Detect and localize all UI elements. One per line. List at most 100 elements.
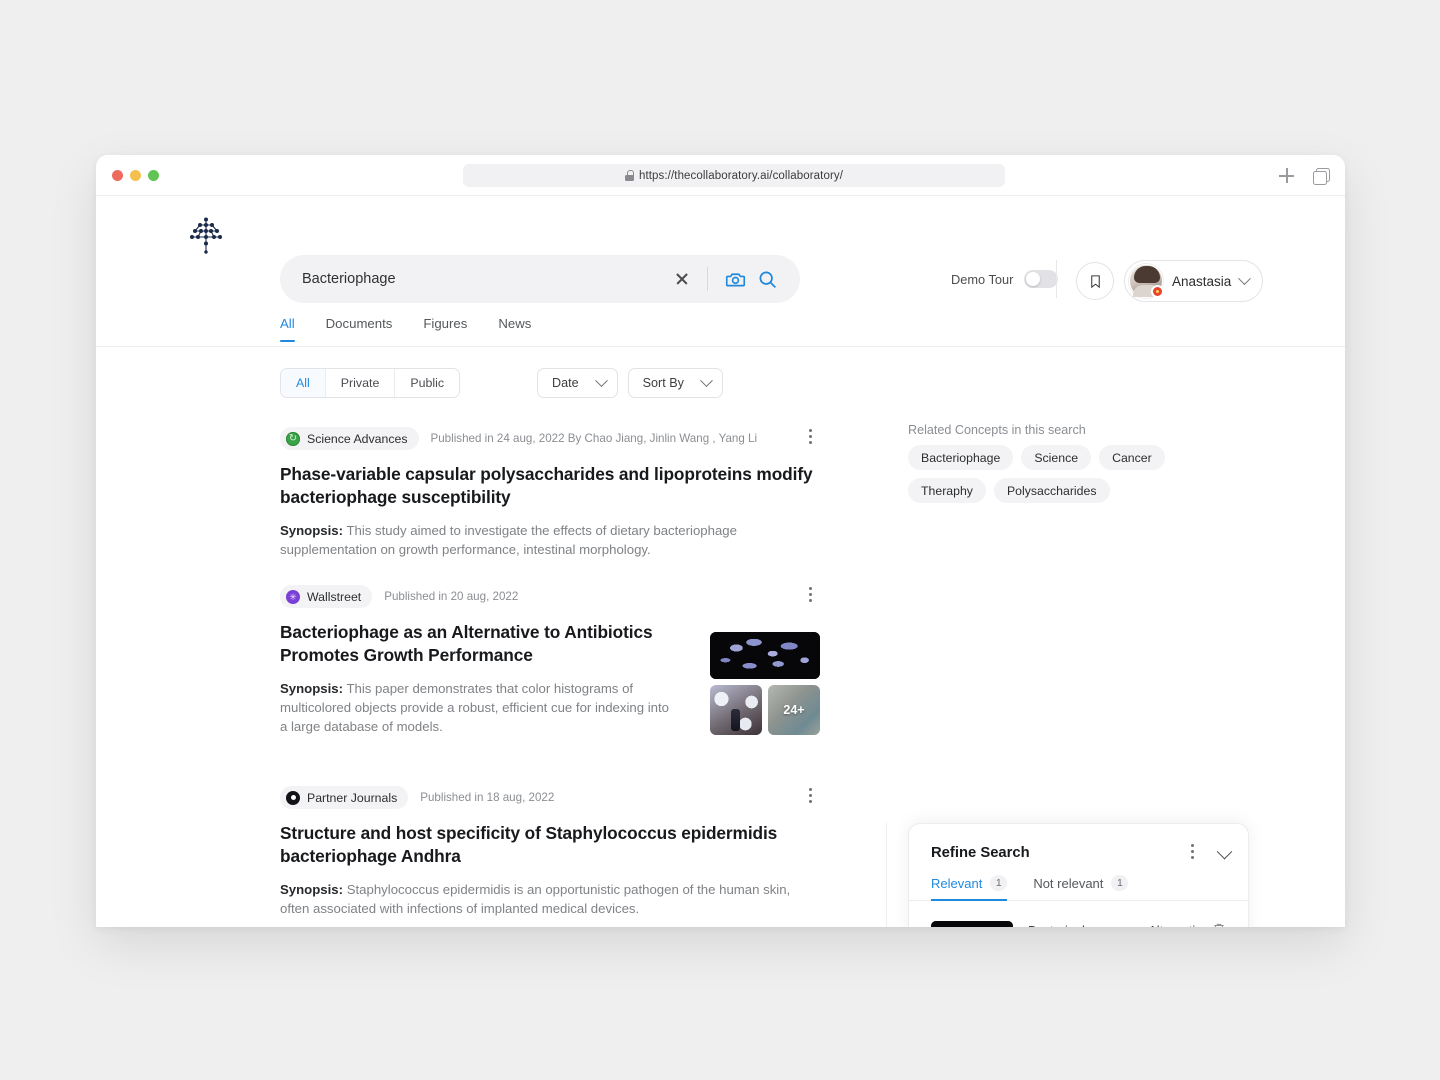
avatar — [1129, 264, 1164, 298]
new-tab-icon[interactable] — [1279, 168, 1294, 183]
panel-divider — [886, 823, 887, 927]
sortby-dropdown-label: Sort By — [642, 376, 684, 390]
result-synopsis: Synopsis: This paper demonstrates that c… — [280, 679, 672, 736]
tab-documents[interactable]: Documents — [326, 316, 393, 342]
wallstreet-icon — [286, 589, 300, 604]
synopsis-text: Staphylococcus epidermidis is an opportu… — [280, 882, 791, 916]
synopsis-text: This study aimed to investigate the effe… — [280, 523, 737, 557]
search-divider — [707, 267, 708, 291]
tab-not-relevant-label: Not relevant — [1033, 875, 1104, 891]
url-text: https://thecollaboratory.ai/collaborator… — [638, 169, 844, 182]
tab-not-relevant[interactable]: Not relevant 1 — [1033, 875, 1129, 900]
refine-item-thumbnail[interactable] — [931, 921, 1013, 927]
tab-not-relevant-count: 1 — [1111, 875, 1129, 891]
result-item[interactable]: Partner Journals Published in 18 aug, 20… — [280, 786, 820, 918]
result-meta: Science Advances Published in 24 aug, 20… — [280, 427, 820, 450]
refine-search-panel: Refine Search Relevant 1 Not relevant 1 — [908, 823, 1249, 927]
search-input[interactable] — [280, 271, 667, 287]
tab-overview-icon[interactable] — [1313, 167, 1330, 185]
published-info: Published in 18 aug, 2022 — [420, 791, 555, 804]
tab-figures[interactable]: Figures — [423, 316, 467, 342]
result-menu-icon[interactable] — [800, 788, 820, 808]
source-name: Science Advances — [307, 431, 408, 446]
thumbnail-more-count: 24+ — [783, 703, 805, 717]
demo-tour-toggle[interactable] — [1024, 270, 1059, 288]
app-header: Demo Tour Anastasia — [96, 196, 1345, 347]
result-synopsis: Synopsis: This study aimed to investigat… — [280, 521, 820, 559]
filter-public[interactable]: Public — [395, 369, 460, 397]
demo-tour-label: Demo Tour — [951, 271, 1014, 287]
result-title[interactable]: Bacteriophage as an Alternative to Antib… — [280, 621, 672, 667]
related-concepts-title: Related Concepts in this search — [908, 423, 1086, 437]
filter-all[interactable]: All — [281, 369, 326, 397]
clear-search-icon[interactable] — [667, 264, 697, 294]
concept-chip[interactable]: Cancer — [1099, 445, 1165, 470]
maximize-window-button[interactable] — [148, 169, 159, 181]
user-name: Anastasia — [1172, 273, 1232, 289]
result-item[interactable]: Science Advances Published in 24 aug, 20… — [280, 427, 820, 559]
synopsis-label: Synopsis: — [280, 523, 344, 538]
source-badge[interactable]: Science Advances — [280, 427, 419, 450]
published-info: Published in 24 aug, 2022 By Chao Jiang,… — [430, 432, 758, 445]
demo-tour-control[interactable]: Demo Tour — [951, 270, 1059, 288]
visibility-filter: All Private Public — [280, 368, 461, 398]
address-bar[interactable]: https://thecollaboratory.ai/collaborator… — [463, 164, 1005, 187]
content-area: All Private Public Date Sort By ↻ Scienc… — [96, 347, 1345, 927]
main-tabs: All Documents Figures News — [280, 316, 531, 342]
search-icon[interactable] — [754, 266, 780, 292]
close-window-button[interactable] — [112, 169, 123, 181]
results-list: Science Advances Published in 24 aug, 20… — [280, 427, 820, 927]
window-traffic-lights — [112, 169, 159, 181]
sort-controls: Date Sort By — [537, 368, 723, 398]
synopsis-label: Synopsis: — [280, 681, 344, 696]
result-menu-icon[interactable] — [800, 587, 820, 607]
notification-badge — [1151, 285, 1164, 298]
browser-chrome: https://thecollaboratory.ai/collaborator… — [96, 155, 1345, 196]
result-meta: Wallstreet Published in 20 aug, 2022 — [280, 585, 820, 608]
result-meta: Partner Journals Published in 18 aug, 20… — [280, 786, 820, 809]
chevron-down-icon — [700, 373, 713, 387]
result-title[interactable]: Phase-variable capsular polysaccharides … — [280, 463, 820, 509]
minimize-window-button[interactable] — [130, 169, 141, 181]
search-bar[interactable] — [280, 255, 800, 303]
published-info: Published in 20 aug, 2022 — [384, 590, 519, 603]
concept-chip[interactable]: Polysaccharides — [993, 478, 1110, 503]
science-advances-icon — [286, 431, 300, 446]
user-menu[interactable]: Anastasia — [1124, 260, 1264, 302]
sortby-dropdown[interactable]: Sort By — [627, 368, 723, 398]
browser-chrome-actions — [1279, 155, 1330, 196]
thumbnail-phage[interactable] — [710, 632, 820, 679]
concept-chip[interactable]: Bacteriophage — [908, 445, 1014, 470]
source-badge[interactable]: Partner Journals — [280, 786, 409, 809]
concept-chip[interactable]: Science — [1021, 445, 1092, 470]
source-name: Wallstreet — [307, 589, 362, 604]
date-dropdown[interactable]: Date — [537, 368, 618, 398]
collaboratory-logo[interactable] — [188, 216, 224, 256]
chevron-down-icon[interactable] — [1238, 271, 1252, 285]
result-thumbnails: 24+ — [710, 632, 820, 735]
result-menu-icon[interactable] — [800, 429, 820, 449]
related-concepts-list: Bacteriophage Science Cancer Theraphy Po… — [908, 445, 1208, 503]
thumbnail-more[interactable]: 24+ — [768, 685, 820, 735]
synopsis-label: Synopsis: — [280, 882, 344, 897]
header-divider — [1056, 260, 1057, 298]
result-synopsis: Synopsis: Staphylococcus epidermidis is … — [280, 880, 820, 918]
tab-all[interactable]: All — [280, 316, 295, 342]
tab-relevant[interactable]: Relevant 1 — [931, 875, 1008, 901]
tab-relevant-count: 1 — [990, 875, 1008, 891]
filter-private[interactable]: Private — [325, 369, 396, 397]
date-dropdown-label: Date — [552, 376, 579, 390]
result-item[interactable]: Wallstreet Published in 20 aug, 2022 Bac… — [280, 585, 820, 736]
chevron-down-icon[interactable] — [1216, 843, 1233, 859]
source-badge[interactable]: Wallstreet — [280, 585, 373, 608]
tab-news[interactable]: News — [498, 316, 531, 342]
camera-icon[interactable] — [722, 266, 748, 292]
result-body: Bacteriophage as an Alternative to Antib… — [280, 621, 820, 736]
bookmark-icon[interactable] — [1076, 262, 1114, 300]
trash-icon[interactable] — [1212, 921, 1226, 927]
browser-window: https://thecollaboratory.ai/collaborator… — [96, 155, 1345, 927]
concept-chip[interactable]: Theraphy — [908, 478, 986, 503]
thumbnail-lab[interactable] — [710, 685, 762, 735]
kebab-menu-icon[interactable] — [1182, 844, 1202, 864]
result-title[interactable]: Structure and host specificity of Staphy… — [280, 822, 820, 868]
